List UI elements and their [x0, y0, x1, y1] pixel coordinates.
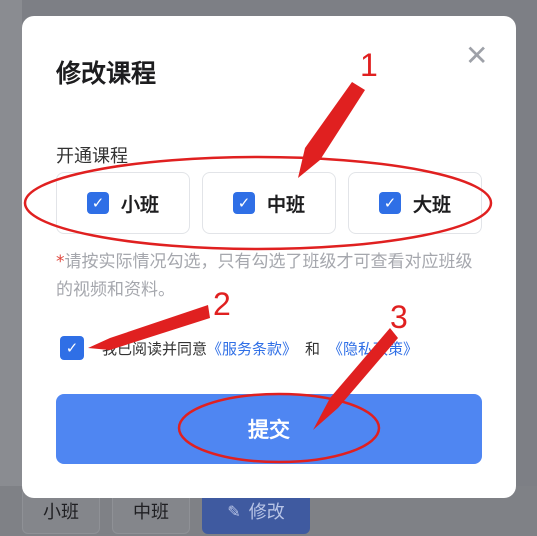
option-large-class[interactable]: ✓ 大班	[348, 172, 482, 234]
edit-course-modal: 修改课程 ✕ 开通课程 ✓ 小班 ✓ 中班 ✓ 大班 *请按实际情况勾选，只有勾…	[22, 16, 516, 498]
service-terms-link[interactable]: 《服务条款》	[207, 338, 297, 359]
agreement-checkbox[interactable]: ✓	[60, 336, 84, 360]
checkbox-checked-icon[interactable]: ✓	[86, 192, 109, 214]
edit-icon: ✎	[227, 501, 241, 521]
option-label: 小班	[120, 193, 159, 216]
checkbox-checked-icon[interactable]: ✓	[378, 192, 401, 214]
agreement-row: ✓ 我已阅读并同意 《服务条款》 和 《隐私政策》	[60, 336, 418, 360]
selection-note: *请按实际情况勾选，只有勾选了班级才可查看对应班级的视频和资料。	[56, 248, 486, 304]
submit-button[interactable]: 提交	[56, 394, 482, 464]
option-label: 大班	[412, 193, 451, 216]
agreement-text: 我已阅读并同意	[102, 339, 208, 358]
background-edit-label: 修改	[248, 502, 285, 523]
option-label: 中班	[266, 193, 305, 216]
agreement-and: 和	[305, 339, 321, 358]
note-text: 请按实际情况勾选，只有勾选了班级才可查看对应班级的视频和资料。	[56, 252, 473, 300]
required-star: *	[56, 252, 65, 272]
modal-title: 修改课程	[56, 59, 157, 88]
option-mid-class[interactable]: ✓ 中班	[202, 172, 336, 234]
close-icon[interactable]: ✕	[465, 42, 488, 70]
option-small-class[interactable]: ✓ 小班	[56, 172, 190, 234]
checkbox-checked-icon[interactable]: ✓	[232, 192, 255, 214]
background-strip	[0, 0, 22, 536]
section-label: 开通课程	[56, 146, 128, 167]
privacy-policy-link[interactable]: 《隐私政策》	[328, 338, 418, 359]
